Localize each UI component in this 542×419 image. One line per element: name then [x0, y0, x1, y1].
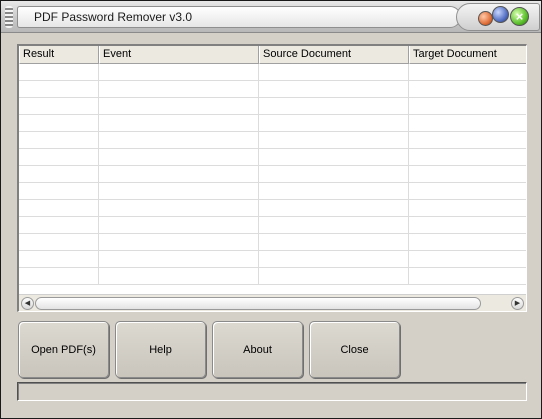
open-pdfs-button[interactable]: Open PDF(s) [18, 321, 109, 378]
table-cell [19, 115, 99, 131]
table-cell [19, 132, 99, 148]
table-cell [259, 81, 409, 97]
table-cell [259, 234, 409, 250]
table-cell [99, 217, 259, 233]
table-cell [409, 98, 526, 114]
minimize-orb-icon[interactable] [478, 11, 493, 26]
table-cell [259, 217, 409, 233]
table-cell [99, 268, 259, 284]
table-cell [99, 98, 259, 114]
table-cell [19, 64, 99, 80]
table-cell [409, 200, 526, 216]
table-row[interactable] [19, 200, 526, 217]
table-cell [409, 81, 526, 97]
table-cell [409, 268, 526, 284]
horizontal-scrollbar[interactable]: ◀ ▶ [19, 294, 526, 311]
table-row[interactable] [19, 115, 526, 132]
list-body[interactable] [19, 64, 526, 294]
close-button[interactable]: Close [309, 321, 400, 378]
table-cell [19, 149, 99, 165]
table-row[interactable] [19, 234, 526, 251]
table-cell [99, 81, 259, 97]
about-button[interactable]: About [212, 321, 303, 378]
table-cell [19, 268, 99, 284]
table-cell [19, 98, 99, 114]
table-cell [259, 251, 409, 267]
table-cell [99, 149, 259, 165]
window-title: PDF Password Remover v3.0 [17, 6, 461, 28]
table-row[interactable] [19, 251, 526, 268]
table-cell [259, 183, 409, 199]
table-row[interactable] [19, 132, 526, 149]
table-cell [259, 268, 409, 284]
help-button[interactable]: Help [115, 321, 206, 378]
table-cell [409, 217, 526, 233]
column-header-result[interactable]: Result [19, 46, 99, 64]
scroll-left-arrow-icon[interactable]: ◀ [21, 297, 34, 310]
table-row[interactable] [19, 98, 526, 115]
scrollbar-thumb[interactable] [35, 297, 481, 310]
table-cell [259, 115, 409, 131]
title-bar[interactable]: PDF Password Remover v3.0 × [1, 1, 541, 33]
column-header-target-document[interactable]: Target Document [409, 46, 526, 64]
table-cell [99, 183, 259, 199]
window-grip-icon[interactable] [5, 6, 13, 28]
close-orb-icon[interactable]: × [510, 7, 529, 26]
table-cell [409, 115, 526, 131]
app-window: PDF Password Remover v3.0 × Result Event… [0, 0, 542, 419]
table-cell [259, 132, 409, 148]
column-header-event[interactable]: Event [99, 46, 259, 64]
table-row[interactable] [19, 64, 526, 81]
table-cell [409, 149, 526, 165]
maximize-orb-icon[interactable] [492, 6, 509, 23]
table-row[interactable] [19, 183, 526, 200]
table-cell [409, 166, 526, 182]
table-cell [19, 166, 99, 182]
table-cell [259, 149, 409, 165]
table-cell [19, 183, 99, 199]
table-cell [99, 251, 259, 267]
table-cell [99, 234, 259, 250]
table-cell [99, 200, 259, 216]
table-cell [19, 200, 99, 216]
table-row[interactable] [19, 217, 526, 234]
table-cell [19, 251, 99, 267]
results-list[interactable]: Result Event Source Document Target Docu… [17, 44, 527, 312]
list-header: Result Event Source Document Target Docu… [19, 46, 526, 64]
table-cell [19, 81, 99, 97]
table-row[interactable] [19, 81, 526, 98]
table-cell [99, 115, 259, 131]
table-cell [409, 251, 526, 267]
table-cell [99, 132, 259, 148]
table-cell [259, 98, 409, 114]
table-row[interactable] [19, 149, 526, 166]
status-bar [17, 382, 527, 401]
table-cell [19, 217, 99, 233]
table-cell [19, 234, 99, 250]
table-cell [99, 64, 259, 80]
column-header-source-document[interactable]: Source Document [259, 46, 409, 64]
table-cell [409, 183, 526, 199]
table-cell [409, 132, 526, 148]
table-cell [259, 200, 409, 216]
table-cell [409, 234, 526, 250]
scroll-right-arrow-icon[interactable]: ▶ [511, 297, 524, 310]
table-row[interactable] [19, 166, 526, 183]
table-cell [99, 166, 259, 182]
table-cell [259, 64, 409, 80]
table-cell [259, 166, 409, 182]
table-cell [409, 64, 526, 80]
table-row[interactable] [19, 268, 526, 285]
